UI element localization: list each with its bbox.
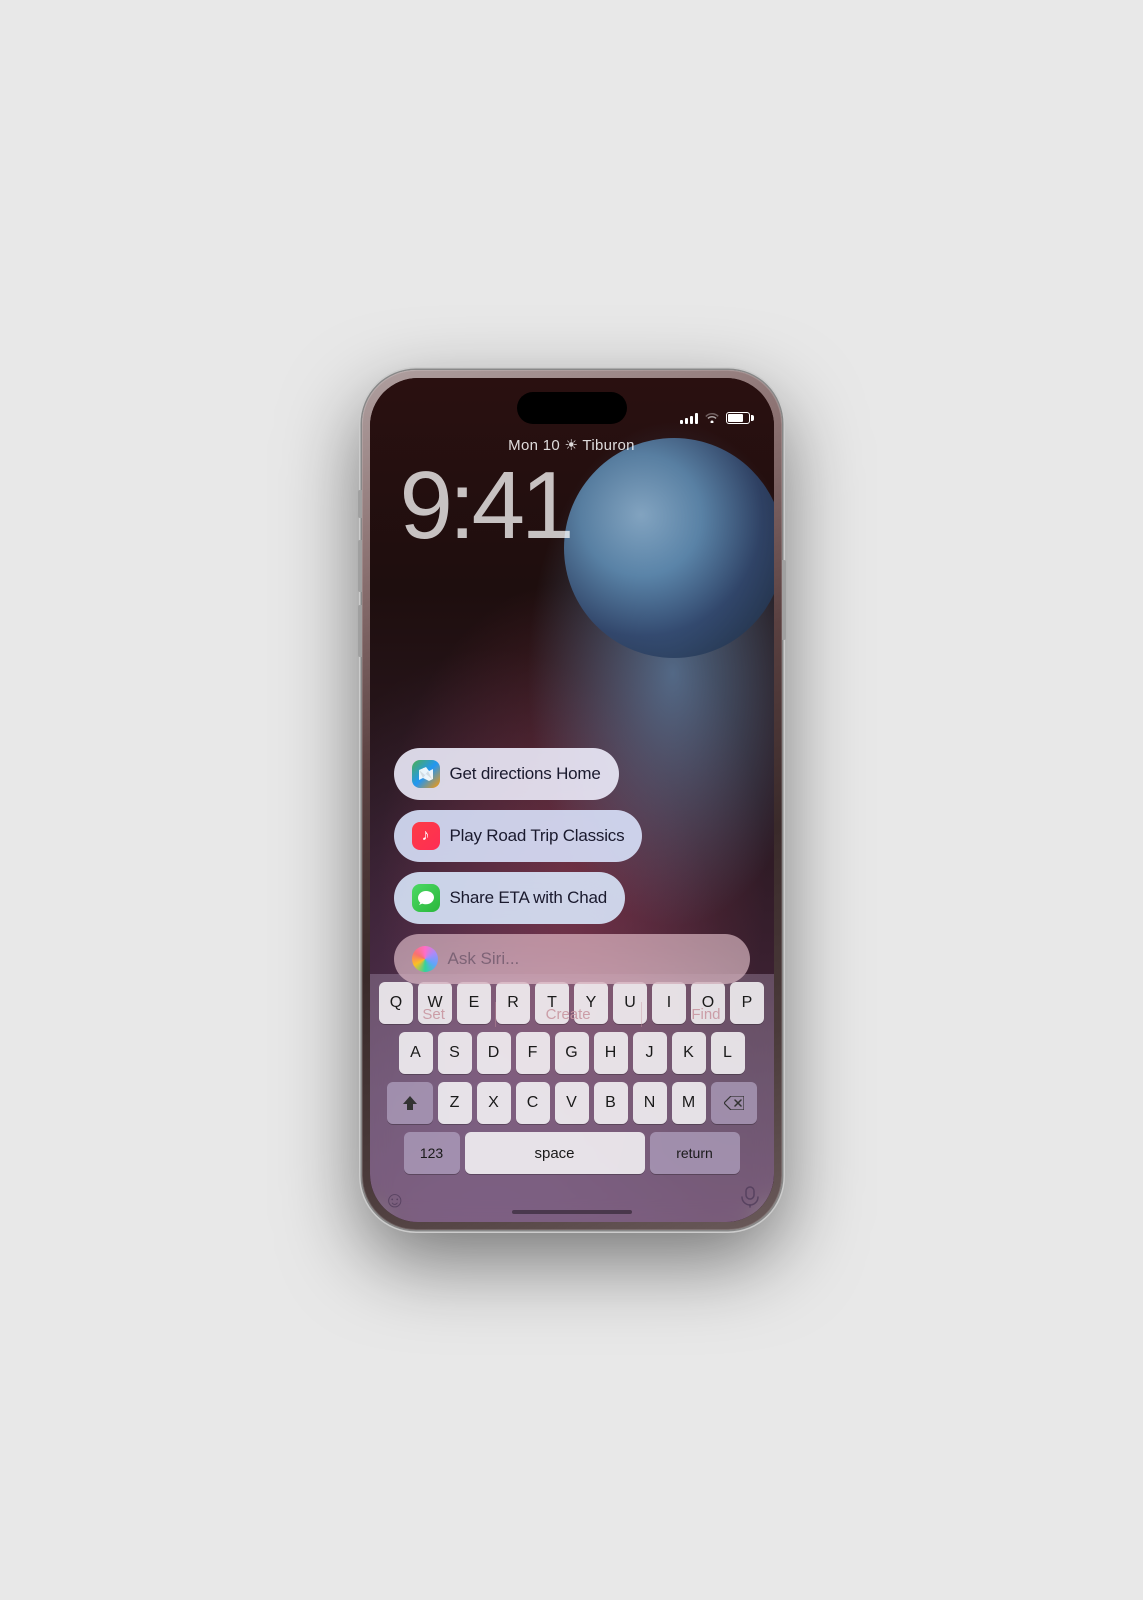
key-shift[interactable] xyxy=(387,1082,433,1124)
key-x[interactable]: X xyxy=(477,1082,511,1124)
signal-bar-3 xyxy=(690,416,693,424)
key-return[interactable]: return xyxy=(650,1132,740,1174)
key-s[interactable]: S xyxy=(438,1032,472,1074)
suggestion-music-text: Play Road Trip Classics xyxy=(450,826,625,846)
clock-section: Mon 10 ☀ Tiburon 9:41 xyxy=(370,436,774,554)
signal-bar-1 xyxy=(680,420,683,424)
quick-action-set[interactable]: Set xyxy=(414,1002,453,1027)
clock-time-display: 9:41 xyxy=(370,458,774,554)
suggestion-maps[interactable]: Get directions Home xyxy=(394,748,619,800)
key-j[interactable]: J xyxy=(633,1032,667,1074)
keyboard-row-2: A S D F G H J K L xyxy=(374,1032,770,1074)
key-m[interactable]: M xyxy=(672,1082,706,1124)
divider-1 xyxy=(495,1002,496,1027)
signal-bar-4 xyxy=(695,413,698,424)
home-indicator[interactable] xyxy=(512,1210,632,1214)
suggestion-maps-text: Get directions Home xyxy=(450,764,601,784)
volume-up-button[interactable] xyxy=(358,540,362,592)
battery-icon xyxy=(726,412,750,424)
quick-action-create[interactable]: Create xyxy=(538,1002,599,1027)
key-h[interactable]: H xyxy=(594,1032,628,1074)
suggestion-messages[interactable]: Share ETA with Chad xyxy=(394,872,625,924)
power-button[interactable] xyxy=(782,560,786,640)
siri-input-placeholder: Ask Siri... xyxy=(448,949,520,969)
key-g[interactable]: G xyxy=(555,1032,589,1074)
emoji-key-icon[interactable]: ☺ xyxy=(384,1187,406,1213)
wifi-icon xyxy=(704,410,720,426)
key-delete[interactable] xyxy=(711,1082,757,1124)
battery-fill xyxy=(728,414,743,422)
key-b[interactable]: B xyxy=(594,1082,628,1124)
siri-suggestions-area: Get directions Home ♪ Play Road Trip Cla… xyxy=(394,748,750,1031)
signal-bars-icon xyxy=(680,412,698,424)
siri-orb-icon xyxy=(412,946,438,972)
volume-down-button[interactable] xyxy=(358,605,362,657)
dictation-icon[interactable] xyxy=(740,1186,760,1214)
signal-bar-2 xyxy=(685,418,688,424)
key-l[interactable]: L xyxy=(711,1032,745,1074)
messages-app-icon xyxy=(412,884,440,912)
suggestion-messages-text: Share ETA with Chad xyxy=(450,888,607,908)
status-right-icons xyxy=(680,410,750,426)
key-c[interactable]: C xyxy=(516,1082,550,1124)
quick-actions-row: Set Create Find xyxy=(394,994,750,1031)
suggestion-music[interactable]: ♪ Play Road Trip Classics xyxy=(394,810,643,862)
siri-input-container[interactable]: Ask Siri... xyxy=(394,934,750,984)
key-v[interactable]: V xyxy=(555,1082,589,1124)
maps-app-icon xyxy=(412,760,440,788)
keyboard-bottom-bar: ☺ xyxy=(374,1182,770,1222)
quick-action-find[interactable]: Find xyxy=(683,1002,728,1027)
divider-2 xyxy=(641,1002,642,1027)
key-n[interactable]: N xyxy=(633,1082,667,1124)
phone-frame: Mon 10 ☀ Tiburon 9:41 Get directions Hom… xyxy=(362,370,782,1230)
dynamic-island xyxy=(517,392,627,424)
key-z[interactable]: Z xyxy=(438,1082,472,1124)
key-a[interactable]: A xyxy=(399,1032,433,1074)
key-space[interactable]: space xyxy=(465,1132,645,1174)
key-k[interactable]: K xyxy=(672,1032,706,1074)
key-d[interactable]: D xyxy=(477,1032,511,1074)
silent-switch[interactable] xyxy=(358,490,362,518)
keyboard-row-bottom: 123 space return xyxy=(374,1132,770,1174)
keyboard-row-3: Z X C V B N M xyxy=(374,1082,770,1124)
key-numbers[interactable]: 123 xyxy=(404,1132,460,1174)
phone-screen: Mon 10 ☀ Tiburon 9:41 Get directions Hom… xyxy=(370,378,774,1222)
key-f[interactable]: F xyxy=(516,1032,550,1074)
music-app-icon: ♪ xyxy=(412,822,440,850)
